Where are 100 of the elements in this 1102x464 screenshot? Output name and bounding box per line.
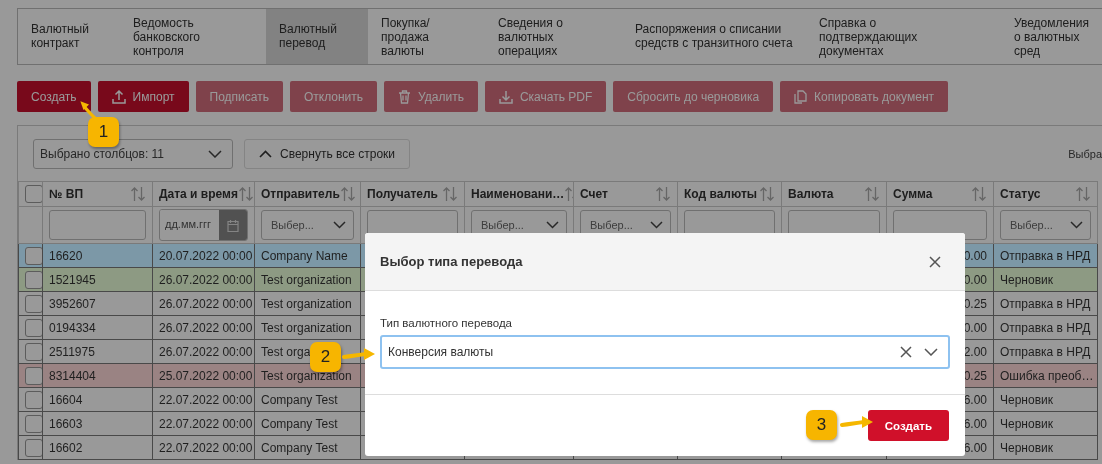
sort-icon[interactable] (864, 186, 880, 202)
table-cell: 25.07.2022 00:00 (159, 368, 253, 383)
table-cell: Черновик (1000, 392, 1053, 407)
table-cell: Test orga (261, 344, 311, 359)
table-cell: 1521945 (49, 272, 96, 287)
chevron-up-icon (259, 150, 272, 158)
table-cell: Test organization (261, 272, 352, 287)
nav-tab[interactable]: Распоряжения о списании средств с транзитного счета (622, 9, 806, 64)
chevron-down-icon (333, 221, 346, 229)
table-cell: 6.00 (963, 392, 987, 407)
sort-icon[interactable] (971, 186, 987, 202)
chevron-down-icon (1070, 221, 1083, 229)
table-cell: 6.00 (963, 416, 987, 431)
table-cell: Отправка в НРД (1000, 248, 1091, 263)
table-cell: 8314404 (49, 368, 96, 383)
sort-icon[interactable] (237, 186, 254, 202)
row-checkbox[interactable] (25, 318, 42, 337)
column-header[interactable]: № ВП (49, 187, 83, 201)
table-cell: Company Test (261, 392, 338, 407)
clear-icon[interactable] (900, 346, 912, 358)
table-cell: 2.00 (963, 344, 987, 359)
collapse-rows-button[interactable]: Свернуть все строки (244, 139, 410, 169)
transfer-type-select[interactable]: Конверсия валюты (380, 335, 950, 369)
row-checkbox[interactable] (25, 414, 42, 433)
row-checkbox[interactable] (25, 270, 42, 289)
table-cell: 2511975 (49, 344, 95, 359)
nav-tab[interactable]: Сведения о валютных операциях (485, 9, 622, 64)
table-cell: 3952607 (49, 296, 96, 311)
row-checkbox[interactable] (25, 342, 42, 361)
row-checkbox[interactable] (25, 390, 42, 409)
selection-label: Выбра (1068, 148, 1102, 160)
table-cell: Черновик (1000, 440, 1053, 455)
table-cell: 26.07.2022 00:00 (159, 272, 253, 287)
row-checkbox[interactable] (25, 438, 42, 457)
dialog-title: Выбор типа перевода (380, 254, 523, 269)
step-badge: 3 (806, 410, 837, 440)
nav-tab[interactable]: Покупка/ продажа валюты (368, 9, 485, 64)
table-cell: 26.07.2022 00:00 (159, 344, 253, 359)
filter-field[interactable] (49, 210, 146, 240)
table-cell: 22.07.2022 00:00 (159, 392, 253, 407)
toolbar-button[interactable]: Импорт (97, 81, 189, 112)
column-select[interactable]: Выбрано столбцов: 11 (33, 139, 233, 169)
table-cell: 16620 (49, 248, 83, 263)
row-checkbox[interactable] (25, 246, 42, 265)
table-cell: Test organization (261, 320, 352, 335)
table-cell: 20.07.2022 00:00 (159, 248, 253, 263)
chevron-down-icon (650, 221, 663, 229)
step-badge: 2 (310, 342, 341, 372)
create-button[interactable]: Создать (867, 410, 949, 441)
table-cell: 0194334 (49, 320, 96, 335)
select-all-checkbox[interactable] (25, 185, 42, 203)
table-cell: Company Test (261, 440, 338, 455)
filter-select[interactable]: Выбер... (261, 210, 354, 240)
nav-tab[interactable]: Ведомость банковского контроля (120, 9, 266, 64)
step-badge: 1 (88, 117, 119, 147)
trash-icon (398, 89, 412, 104)
filter-select[interactable]: Выбер... (1000, 210, 1091, 240)
table-cell: 22.07.2022 00:00 (159, 416, 253, 431)
table-cell: Test organization (261, 296, 352, 311)
sort-icon[interactable] (655, 186, 671, 202)
sort-icon[interactable] (759, 186, 775, 202)
date-field[interactable]: дд.мм.ггг (159, 209, 248, 241)
sort-icon[interactable] (339, 186, 356, 202)
field-label: Тип валютного перевода (380, 317, 513, 329)
nav-tab[interactable]: Уведомления о валютных сред (1006, 9, 1102, 64)
table-cell: 16603 (49, 416, 83, 431)
chevron-down-icon (546, 221, 559, 229)
chevron-down-icon (208, 150, 222, 158)
sort-icon[interactable] (130, 186, 146, 202)
toolbar-button[interactable]: Создать (17, 81, 91, 112)
table-cell: Ошибка преоб… (1000, 368, 1094, 383)
column-header[interactable]: Счет (580, 187, 608, 201)
table-cell: 6.00 (963, 440, 987, 455)
calendar-icon (227, 218, 239, 232)
row-checkbox[interactable] (25, 366, 42, 385)
table-cell: 26.07.2022 00:00 (159, 320, 253, 335)
download-icon (498, 89, 513, 104)
sort-icon[interactable] (442, 186, 458, 202)
table-cell: Company Name (261, 248, 348, 263)
row-checkbox[interactable] (25, 294, 42, 313)
table-cell: Черновик (1000, 416, 1053, 431)
column-header[interactable]: Сумма (893, 187, 933, 201)
table-cell: Черновик (1000, 272, 1053, 287)
table-cell: 22.07.2022 00:00 (159, 440, 253, 455)
nav-tab[interactable]: Валютный перевод (266, 9, 368, 64)
table-cell: 16602 (49, 440, 83, 455)
upload-icon (111, 89, 126, 104)
calendar-button[interactable] (219, 210, 247, 240)
table-cell: 16604 (49, 392, 83, 407)
table-cell: Отправка в НРД (1000, 296, 1091, 311)
nav-tab[interactable]: Справка о подтверждающих документах (806, 9, 1006, 64)
table-cell: 26.07.2022 00:00 (159, 296, 253, 311)
sort-icon[interactable] (1075, 186, 1091, 202)
table-cell: Company Test (261, 416, 338, 431)
close-icon[interactable] (929, 255, 941, 268)
nav-tab[interactable]: Валютный контракт (18, 9, 120, 64)
pointer-arrow (78, 99, 100, 121)
table-cell: Отправка в НРД (1000, 344, 1091, 359)
copy-icon (794, 89, 808, 104)
chevron-down-icon[interactable] (924, 348, 938, 356)
